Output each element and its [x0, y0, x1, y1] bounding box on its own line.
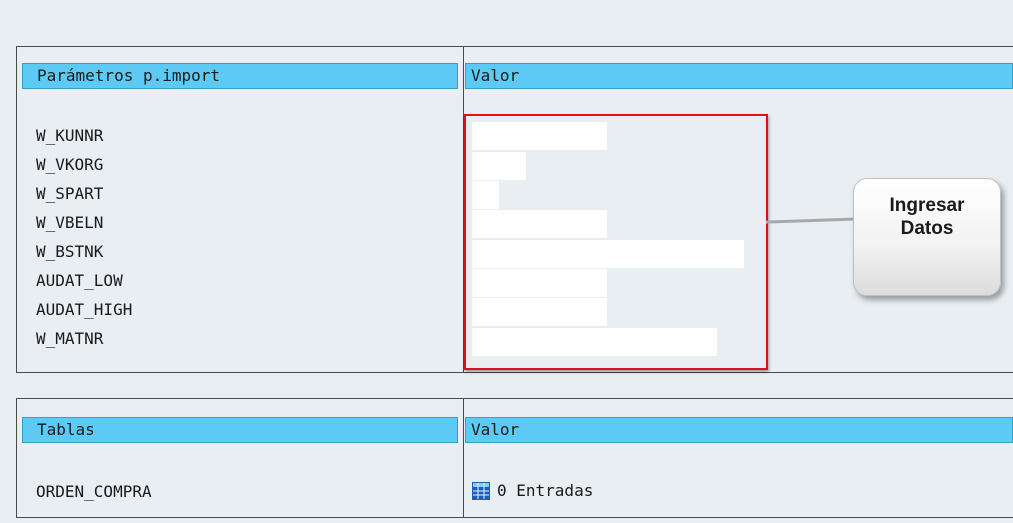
param-name-audat-high: AUDAT_HIGH [36, 300, 133, 319]
input-highlight-box [464, 114, 768, 370]
param-name-w-vkorg: W_VKORG [36, 155, 104, 174]
entries-count[interactable]: 0 Entradas [497, 478, 593, 504]
callout-ingresar-datos: Ingresar Datos [853, 178, 1001, 296]
param-name-w-matnr: W_MATNR [36, 329, 104, 348]
param-name-w-vbeln: W_VBELN [36, 213, 104, 232]
tables-value-column-header: Valor [465, 417, 1013, 443]
param-name-w-spart: W_SPART [36, 184, 104, 203]
table-icon[interactable] [472, 482, 490, 500]
callout-line-1: Ingresar [889, 195, 965, 216]
tables-column-header: Tablas [22, 417, 458, 443]
callout-line-2: Datos [900, 218, 954, 239]
column-divider [463, 399, 464, 517]
param-name-w-bstnk: W_BSTNK [36, 242, 104, 261]
import-param-column-header: Parámetros p.import [22, 63, 458, 89]
table-name-orden-compra: ORDEN_COMPRA [36, 482, 152, 501]
param-name-w-kunnr: W_KUNNR [36, 126, 104, 145]
param-name-audat-low: AUDAT_LOW [36, 271, 123, 290]
import-value-column-header: Valor [465, 63, 1013, 89]
